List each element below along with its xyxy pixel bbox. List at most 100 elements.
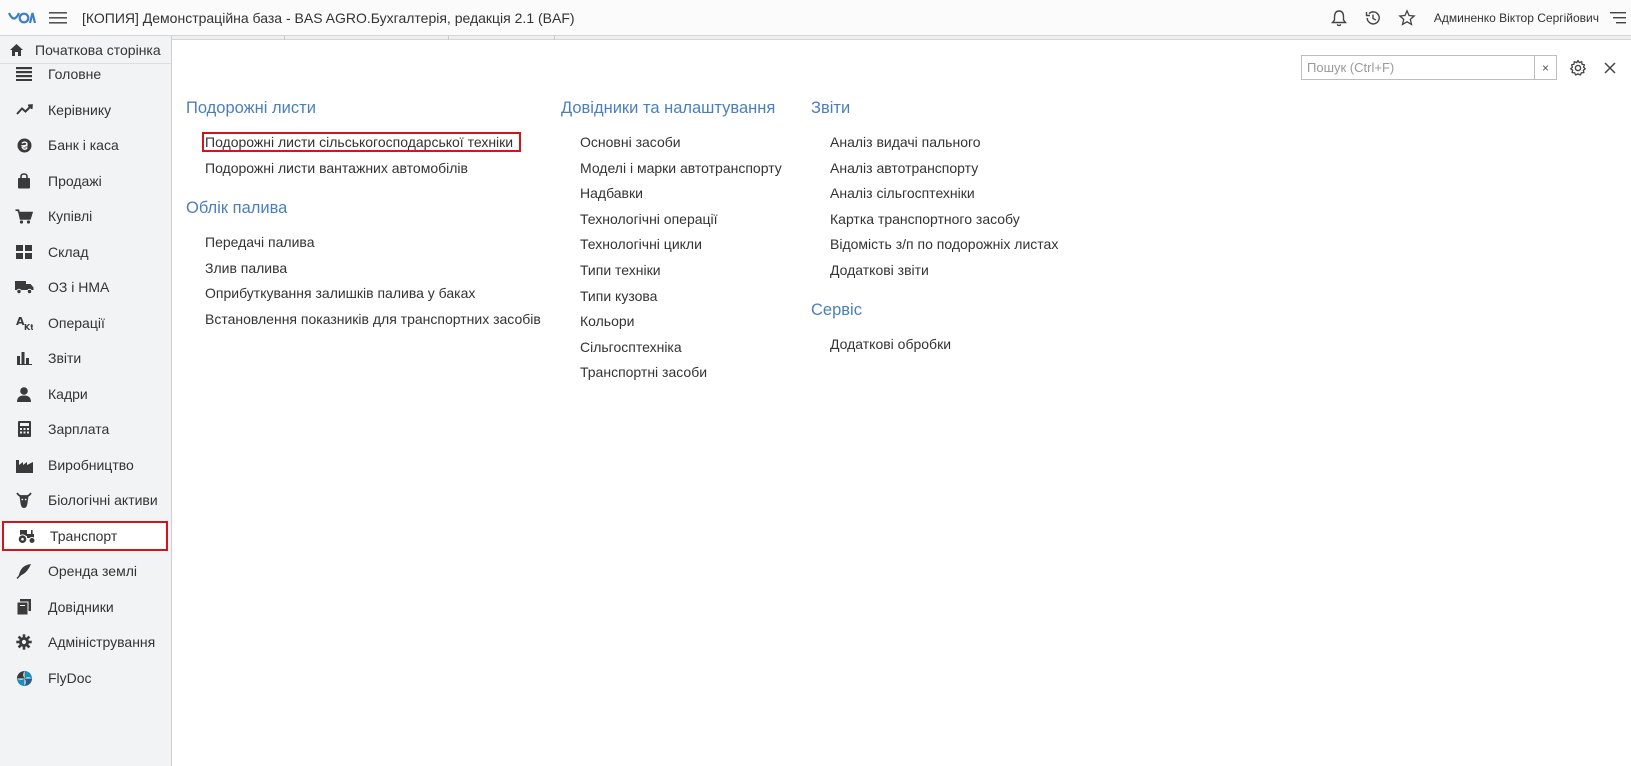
sidebar-item-label: Адміністрування	[48, 634, 156, 650]
currency-icon	[2, 138, 46, 153]
warehouse-icon	[2, 245, 46, 259]
sidebar-item-8[interactable]: A Kt Операції	[2, 308, 168, 338]
tractor-icon	[4, 529, 48, 544]
sidebar-item-label: Керівнику	[48, 102, 112, 118]
menu-link[interactable]: Додаткові звіти	[830, 260, 929, 280]
menu-link[interactable]: Відомість з/п по подорожніх листах	[830, 234, 1058, 254]
sidebar-item-label: Операції	[48, 315, 105, 331]
search-input[interactable]	[1302, 56, 1534, 79]
sidebar-item-label: Головне	[48, 66, 102, 82]
operations-icon: A Kt	[2, 315, 46, 331]
sidebar-item-label: Виробництво	[48, 457, 134, 473]
main-panel: × Подорожні листи Подорожні листи сільськ…	[173, 41, 1631, 766]
user-name[interactable]: Админенко Віктор Сергійович	[1434, 11, 1599, 25]
person-icon	[2, 386, 46, 402]
sidebar-item-7[interactable]: ОЗ і НМА	[2, 272, 168, 302]
app-logo-icon[interactable]	[0, 0, 44, 36]
menu-link[interactable]: Подорожні листи вантажних автомобілів	[205, 158, 468, 178]
menu-link[interactable]: Додаткові обробки	[830, 334, 951, 354]
sidebar-item-17[interactable]: Адміністрування	[2, 627, 168, 657]
menu-link[interactable]: Подорожні листи сільськогосподарської те…	[202, 132, 522, 152]
section-title: Довідники та налаштування	[561, 99, 776, 117]
menu-link[interactable]: Надбавки	[580, 183, 643, 203]
sidebar-item-label: ОЗ і НМА	[48, 279, 110, 295]
sidebar-item-11[interactable]: Зарплата	[2, 414, 168, 444]
menu-link[interactable]: Злив палива	[205, 258, 287, 278]
sidebar-item-13[interactable]: Біологічні активи	[2, 485, 168, 515]
truck-icon	[2, 280, 46, 294]
flydoc-icon	[2, 670, 46, 687]
list-icon	[2, 67, 46, 81]
search-clear-button[interactable]: ×	[1534, 56, 1556, 79]
factory-icon	[2, 458, 46, 473]
section-title: Звіти	[811, 99, 851, 117]
sidebar-item-label: Транспорт	[50, 528, 118, 544]
sidebar-item-label: Звіти	[48, 350, 82, 366]
menu-link[interactable]: Типи кузова	[580, 286, 657, 306]
menu-link[interactable]: Сільгосптехніка	[580, 337, 682, 357]
cow-icon	[2, 491, 46, 509]
sidebar-item-label: Початкова сторінка	[35, 41, 161, 58]
close-icon[interactable]	[1597, 55, 1623, 81]
bell-icon[interactable]	[1322, 0, 1356, 36]
section-title: Сервіс	[811, 301, 862, 319]
menu-link[interactable]: Моделі і марки автотранспорту	[580, 158, 782, 178]
tab-divider	[284, 36, 285, 40]
menu-link[interactable]: Типи техніки	[580, 260, 661, 280]
settings-menu-icon[interactable]	[1605, 0, 1631, 36]
sidebar-item-1[interactable]: Головне	[2, 59, 168, 89]
sidebar-item-label: Оренда землі	[48, 563, 137, 579]
menu-link[interactable]: Транспортні засоби	[580, 362, 707, 382]
bag-icon	[2, 173, 46, 189]
sidebar-item-label: Купівлі	[48, 208, 93, 224]
sidebar-item-2[interactable]: Керівнику	[2, 95, 168, 125]
menu-link[interactable]: Аналіз видачі пального	[830, 132, 981, 152]
sidebar-item-3[interactable]: Банк і каса	[2, 130, 168, 160]
sidebar-item-9[interactable]: Звіти	[2, 343, 168, 373]
hamburger-menu-icon[interactable]	[44, 0, 72, 36]
sidebar-item-label: FlyDoc	[48, 670, 92, 686]
section-title: Подорожні листи	[186, 99, 316, 117]
sidebar-item-14[interactable]: Транспорт	[2, 521, 168, 551]
menu-link[interactable]: Технологічні операції	[580, 209, 718, 229]
menu-link[interactable]: Основні засоби	[580, 132, 681, 152]
menu-link[interactable]: Технологічні цикли	[580, 234, 702, 254]
trend-icon	[2, 104, 46, 116]
sidebar-item-16[interactable]: Довідники	[2, 592, 168, 622]
menu-link[interactable]: Передачі палива	[205, 232, 314, 252]
menu-link[interactable]: Встановлення показників для транспортних…	[205, 309, 541, 329]
bar-chart-icon	[2, 351, 46, 365]
sidebar-item-label: Склад	[48, 244, 89, 260]
gear-icon[interactable]	[1565, 55, 1591, 81]
top-bar: [КОПИЯ] Демонстраційна база - BAS AGRO.Б…	[0, 0, 1631, 36]
menu-link[interactable]: Картка транспортного засобу	[830, 209, 1020, 229]
open-tabs-strip[interactable]	[172, 36, 1631, 40]
tab-divider	[448, 36, 449, 40]
sidebar-item-12[interactable]: Виробництво	[2, 450, 168, 480]
sidebar-item-15[interactable]: Оренда землі	[2, 556, 168, 586]
sidebar-item-label: Кадри	[48, 386, 88, 402]
star-icon[interactable]	[1390, 0, 1424, 36]
calculator-icon	[2, 421, 46, 437]
search-box: ×	[1301, 55, 1557, 80]
gear-icon	[2, 634, 46, 650]
sidebar-item-label: Банк і каса	[48, 137, 119, 153]
sidebar-item-label: Довідники	[48, 599, 114, 615]
sidebar-item-10[interactable]: Кадри	[2, 379, 168, 409]
sidebar-item-5[interactable]: Купівлі	[2, 201, 168, 231]
tab-divider	[554, 36, 555, 40]
sidebar-item-6[interactable]: Склад	[2, 237, 168, 267]
app-title: [КОПИЯ] Демонстраційна база - BAS AGRO.Б…	[82, 9, 575, 26]
sidebar-item-18[interactable]: FlyDoc	[2, 663, 168, 693]
section-title: Облік палива	[186, 199, 288, 217]
sidebar-item-label: Біологічні активи	[48, 492, 158, 508]
history-icon[interactable]	[1356, 0, 1390, 36]
menu-link[interactable]: Кольори	[580, 311, 635, 331]
sidebar-item-label: Продажі	[48, 173, 102, 189]
menu-link[interactable]: Аналіз сільгосптехніки	[830, 183, 975, 203]
svg-text:Kt: Kt	[24, 323, 33, 331]
cart-icon	[2, 208, 46, 224]
menu-link[interactable]: Аналіз автотранспорту	[830, 158, 978, 178]
menu-link[interactable]: Оприбуткування залишків палива у баках	[205, 283, 475, 303]
sidebar-item-4[interactable]: Продажі	[2, 166, 168, 196]
